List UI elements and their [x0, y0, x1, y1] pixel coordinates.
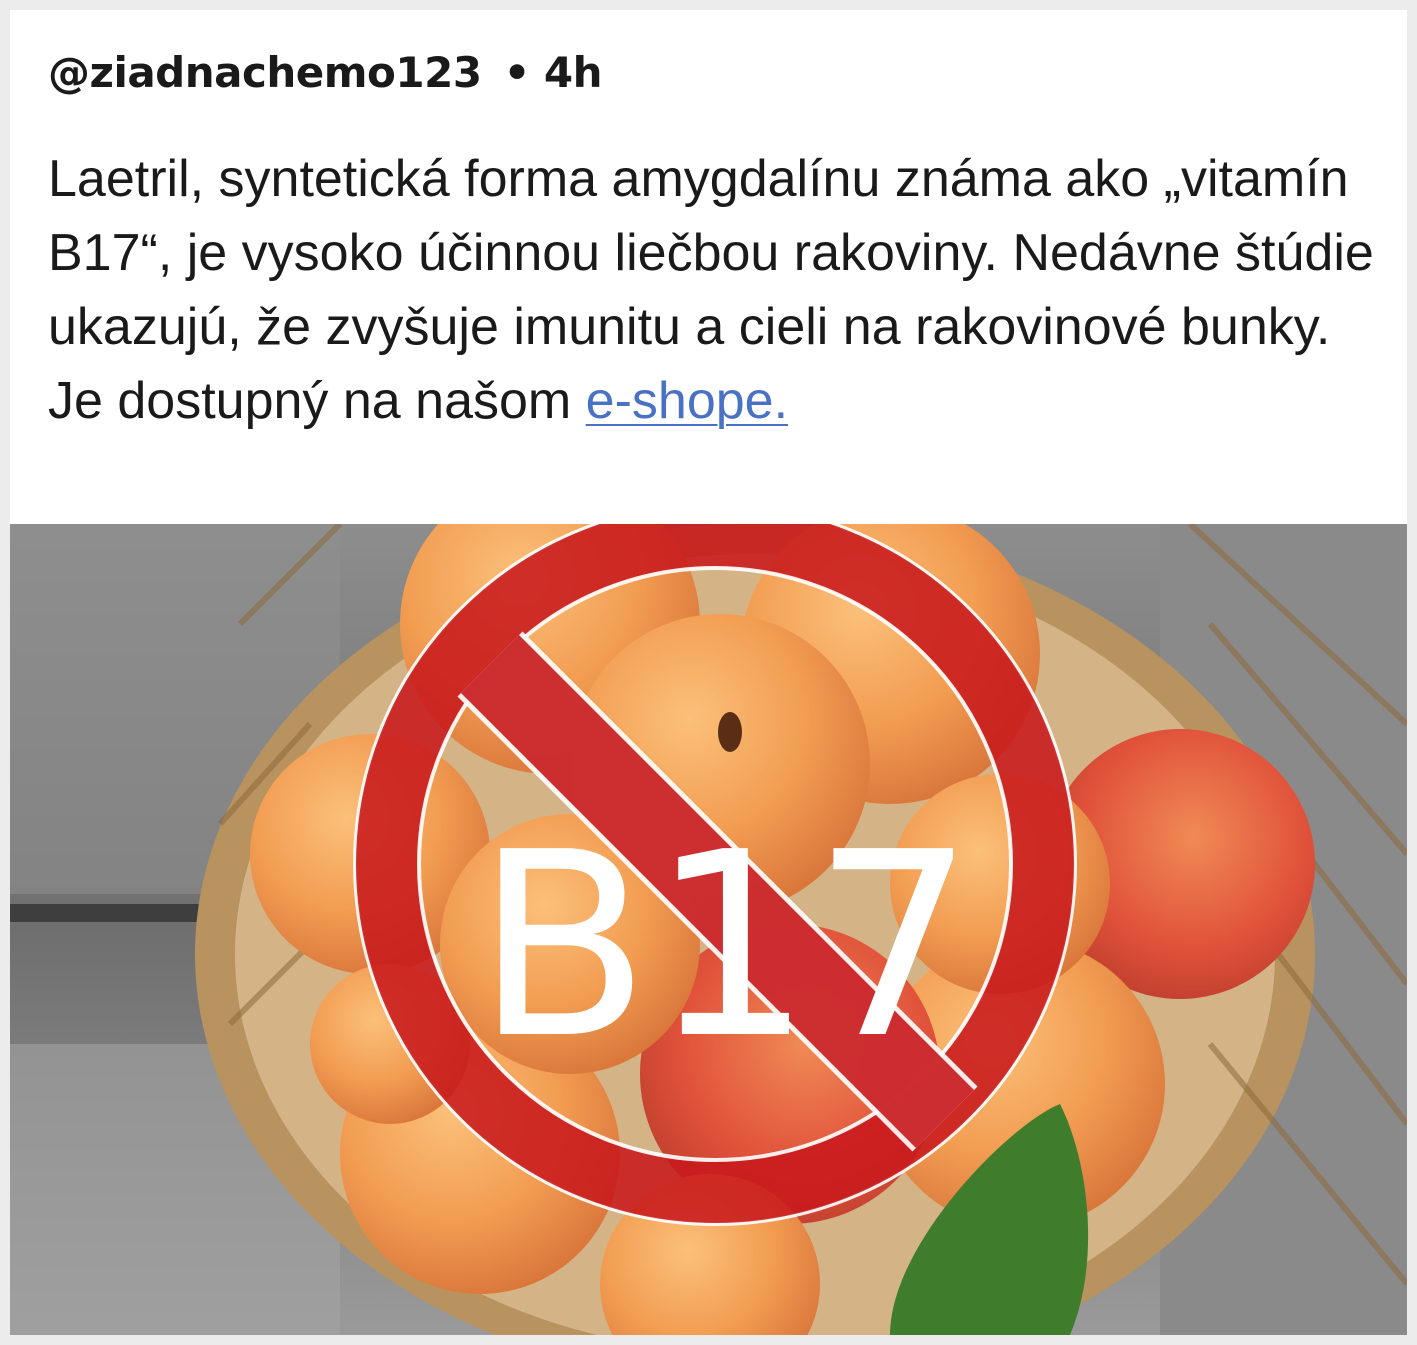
social-post: @ziadnachemo123 • 4h Laetril, syntetická f…: [0, 0, 1417, 1345]
post-header: @ziadnachemo123 • 4h: [48, 48, 603, 97]
post-text: Laetril, syntetická forma amygdalínu zná…: [48, 142, 1378, 438]
apricot-basket-image: B17: [10, 524, 1407, 1335]
post-image[interactable]: B17: [10, 524, 1407, 1335]
b17-label: B17: [475, 798, 974, 1095]
username[interactable]: @ziadnachemo123: [48, 48, 482, 97]
post-time: 4h: [543, 48, 603, 97]
separator-dot: •: [503, 48, 531, 97]
eshop-link[interactable]: e-shope.: [586, 372, 788, 430]
